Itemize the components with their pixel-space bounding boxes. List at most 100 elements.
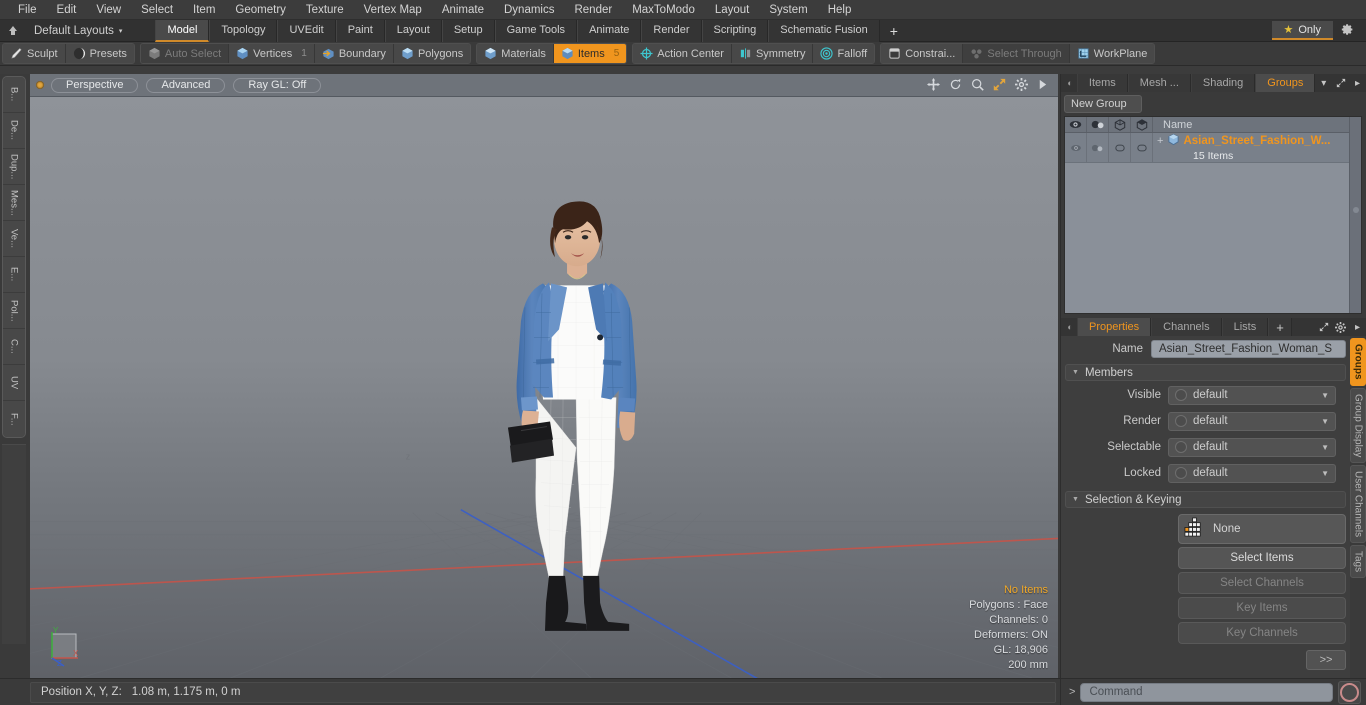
viewport-raygl-button[interactable]: Ray GL: Off bbox=[233, 77, 322, 93]
button-select-items[interactable]: Select Items bbox=[1178, 547, 1346, 569]
command-input[interactable]: Command bbox=[1080, 682, 1333, 702]
toolbar-button-polygons[interactable]: Polygons bbox=[393, 44, 471, 63]
layout-tab-setup[interactable]: Setup bbox=[441, 19, 495, 42]
vertical-tab-tags[interactable]: Tags bbox=[1350, 545, 1366, 579]
properties-panel-gear-icon[interactable] bbox=[1332, 318, 1349, 336]
member-dropdown-selectable[interactable]: default ▼ bbox=[1168, 437, 1336, 457]
scrollbar-knob[interactable] bbox=[1353, 207, 1359, 214]
name-field[interactable]: Asian_Street_Fashion_Woman_S bbox=[1151, 340, 1346, 358]
settings-icon[interactable] bbox=[1015, 77, 1028, 93]
play-icon[interactable] bbox=[1037, 79, 1048, 92]
left-tool-tab-3[interactable]: Mes... bbox=[3, 185, 25, 221]
member-dropdown-render[interactable]: default ▼ bbox=[1168, 411, 1336, 431]
layout-tab-animate[interactable]: Animate bbox=[577, 19, 642, 42]
menu-item-maxtomodo[interactable]: MaxToModo bbox=[622, 0, 705, 20]
left-tool-tab-4[interactable]: Ve... bbox=[3, 221, 25, 257]
viewport-projection-button[interactable]: Perspective bbox=[51, 77, 139, 93]
groups-panel-expand-icon[interactable] bbox=[1332, 74, 1349, 92]
menu-item-select[interactable]: Select bbox=[131, 0, 183, 20]
left-tool-tab-2[interactable]: Dup... bbox=[3, 149, 25, 185]
toolbar-button-symmetry[interactable]: Symmetry bbox=[731, 44, 814, 63]
only-toggle[interactable]: ★ Only bbox=[1271, 21, 1333, 40]
vertical-tab-group-display[interactable]: Group Display bbox=[1350, 387, 1366, 463]
toolbar-button-falloff[interactable]: Falloff bbox=[813, 44, 875, 63]
layout-tab-game-tools[interactable]: Game Tools bbox=[494, 19, 578, 42]
groups-panel-more-icon[interactable]: ▸ bbox=[1349, 74, 1366, 92]
layout-tab-schematic-fusion[interactable]: Schematic Fusion bbox=[768, 19, 880, 42]
left-tool-tab-7[interactable]: C... bbox=[3, 329, 25, 365]
toolbar-button-action-center[interactable]: Action Center bbox=[633, 44, 732, 63]
properties-panel-expand-icon[interactable] bbox=[1315, 318, 1332, 336]
members-section-header[interactable]: ▼ Members bbox=[1065, 364, 1346, 381]
vertical-tab-groups[interactable]: Groups bbox=[1350, 338, 1366, 386]
member-dropdown-visible[interactable]: default ▼ bbox=[1168, 385, 1336, 405]
member-dropdown-locked[interactable]: default ▼ bbox=[1168, 463, 1336, 483]
layout-tab-layout[interactable]: Layout bbox=[384, 19, 442, 42]
layout-tab-uvedit[interactable]: UVEdit bbox=[277, 19, 336, 42]
menu-item-geometry[interactable]: Geometry bbox=[225, 0, 296, 20]
toolbar-button-boundary[interactable]: Boundary bbox=[314, 44, 394, 63]
left-tool-tab-1[interactable]: De... bbox=[3, 113, 25, 149]
toolbar-button-select-through[interactable]: Select Through bbox=[963, 44, 1070, 63]
layout-tab-scripting[interactable]: Scripting bbox=[701, 19, 769, 42]
menu-item-render[interactable]: Render bbox=[564, 0, 622, 20]
panel-menu-icon[interactable]: ◐ bbox=[1063, 74, 1077, 92]
toolbar-button-constrai[interactable]: Constrai... bbox=[881, 44, 964, 63]
record-button[interactable] bbox=[1338, 680, 1361, 704]
groups-tree-empty[interactable] bbox=[1065, 163, 1361, 313]
zoom-icon[interactable] bbox=[971, 78, 984, 93]
toolbar-button-workplane[interactable]: WorkPlane bbox=[1069, 44, 1155, 63]
left-tool-tab-9[interactable]: F... bbox=[3, 401, 25, 437]
tab-mesh[interactable]: Mesh ... bbox=[1127, 74, 1191, 92]
properties-panel-menu-icon[interactable]: ◐ bbox=[1063, 318, 1077, 336]
vertical-tab-user-channels[interactable]: User Channels bbox=[1350, 464, 1366, 544]
menu-item-view[interactable]: View bbox=[86, 0, 131, 20]
tab-channels[interactable]: Channels bbox=[1151, 318, 1222, 336]
menu-item-texture[interactable]: Texture bbox=[296, 0, 354, 20]
axis-gizmo[interactable]: Y X Z bbox=[40, 626, 84, 670]
row-expander[interactable]: + bbox=[1157, 135, 1163, 147]
home-icon[interactable] bbox=[0, 20, 26, 42]
left-tool-tab-6[interactable]: Pol... bbox=[3, 293, 25, 329]
menu-item-help[interactable]: Help bbox=[818, 0, 862, 20]
gear-icon[interactable] bbox=[1333, 23, 1362, 39]
selection-none-field[interactable]: None bbox=[1178, 514, 1346, 544]
toolbar-button-vertices[interactable]: Vertices 1 bbox=[229, 44, 315, 63]
groups-tree-scrollbar[interactable] bbox=[1349, 117, 1361, 313]
menu-item-layout[interactable]: Layout bbox=[705, 0, 760, 20]
menu-item-item[interactable]: Item bbox=[183, 0, 225, 20]
left-tool-tab-0[interactable]: B... bbox=[3, 77, 25, 113]
left-tool-tab-8[interactable]: UV bbox=[3, 365, 25, 401]
selection-keying-section-header[interactable]: ▼ Selection & Keying bbox=[1065, 491, 1346, 508]
toolbar-button-presets[interactable]: Presets bbox=[65, 44, 134, 63]
tab-lists[interactable]: Lists bbox=[1221, 318, 1269, 336]
move-icon[interactable] bbox=[927, 77, 940, 93]
menu-item-system[interactable]: System bbox=[759, 0, 817, 20]
table-row[interactable]: + Asian_Street_Fashion_W... 15 Items bbox=[1065, 133, 1361, 163]
menu-item-edit[interactable]: Edit bbox=[47, 0, 87, 20]
row-visible-toggle[interactable] bbox=[1065, 133, 1087, 162]
viewport-canvas[interactable]: z No Items Polygons: Face Channels: 0 D… bbox=[30, 97, 1058, 678]
toggle-circle-icon[interactable] bbox=[1175, 441, 1187, 453]
groups-tree[interactable]: Name + Asian_Street_Fashion_W... 15 Item… bbox=[1064, 116, 1362, 314]
left-tool-tab-5[interactable]: E... bbox=[3, 257, 25, 293]
new-group-button[interactable]: New Group bbox=[1064, 95, 1142, 113]
row-shaded-toggle[interactable] bbox=[1131, 133, 1153, 162]
layout-tab-paint[interactable]: Paint bbox=[335, 19, 385, 42]
toolbar-button-items[interactable]: Items 5 bbox=[553, 44, 627, 63]
add-properties-tab-button[interactable]: + bbox=[1268, 318, 1292, 336]
rotate-icon[interactable] bbox=[949, 78, 962, 93]
default-layouts-dropdown[interactable]: Default Layouts ▾ bbox=[26, 25, 130, 37]
menu-item-vertex-map[interactable]: Vertex Map bbox=[354, 0, 432, 20]
toggle-circle-icon[interactable] bbox=[1175, 467, 1187, 479]
menu-item-file[interactable]: File bbox=[8, 0, 47, 20]
tab-properties[interactable]: Properties bbox=[1077, 318, 1152, 336]
toolbar-button-materials[interactable]: Materials bbox=[477, 44, 554, 63]
groups-panel-dropdown-icon[interactable]: ▾ bbox=[1315, 74, 1332, 92]
toolbar-button-auto-select[interactable]: Auto Select bbox=[140, 44, 230, 63]
row-render-toggle[interactable] bbox=[1087, 133, 1109, 162]
tab-shading[interactable]: Shading bbox=[1190, 74, 1256, 92]
tab-items[interactable]: Items bbox=[1076, 74, 1128, 92]
layout-tab-model[interactable]: Model bbox=[155, 19, 210, 42]
menu-item-dynamics[interactable]: Dynamics bbox=[494, 0, 564, 20]
